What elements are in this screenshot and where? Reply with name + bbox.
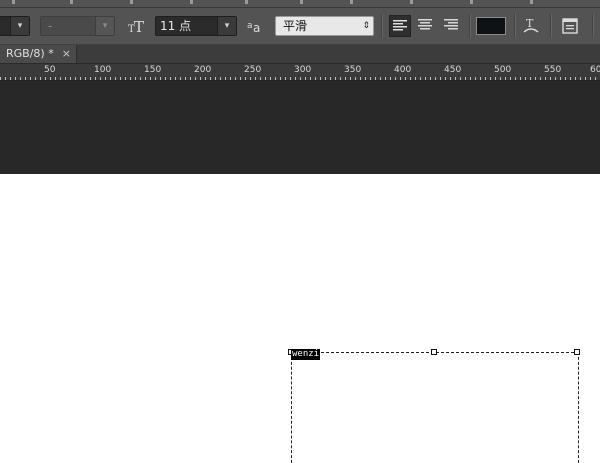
align-left-icon <box>393 20 407 31</box>
warp-text-icon: T <box>523 17 539 33</box>
svg-text:a: a <box>247 21 253 31</box>
antialias-dropdown[interactable]: 平滑 ⇕ <box>275 16 374 36</box>
chevron-down-icon: ▾ <box>10 17 29 35</box>
ruler-label: 450 <box>444 65 462 75</box>
font-size-value: 11 点 <box>160 19 192 33</box>
divider <box>381 14 383 38</box>
chevron-down-icon: ▾ <box>217 17 236 35</box>
ruler-label: 550 <box>544 65 562 75</box>
svg-text:T: T <box>526 17 534 30</box>
ruler-label: 400 <box>394 65 412 75</box>
svg-text:a: a <box>253 21 260 35</box>
ruler-label: 250 <box>244 65 262 75</box>
divider <box>592 14 594 38</box>
font-family-dropdown[interactable]: ▾ <box>0 16 30 36</box>
ruler-label: 350 <box>344 65 362 75</box>
menu-item-fragment[interactable] <box>190 0 193 4</box>
align-center-icon <box>418 19 432 30</box>
text-options-bar: ▾ - ▾ T T 11 点 ▾ a a 平滑 ⇕ T <box>0 8 600 45</box>
ruler-label: 200 <box>194 65 212 75</box>
ruler-label: 60 <box>590 65 600 75</box>
antialias-value: 平滑 <box>283 19 308 33</box>
ruler-label: 500 <box>494 65 512 75</box>
align-left-button[interactable] <box>389 15 411 37</box>
menu-item-fragment[interactable] <box>530 0 533 4</box>
antialias-icon: a a <box>246 17 266 35</box>
align-right-button[interactable] <box>441 15 463 37</box>
menu-item-fragment[interactable] <box>130 0 133 4</box>
character-panel-icon <box>562 18 578 34</box>
document-tab[interactable]: RGB/8) * × <box>0 45 77 63</box>
divider <box>514 14 516 38</box>
align-center-button[interactable] <box>415 15 437 37</box>
divider <box>469 14 471 38</box>
menu-item-fragment[interactable] <box>470 0 473 4</box>
menu-item-fragment[interactable] <box>70 0 73 4</box>
menu-item-fragment[interactable] <box>350 0 353 4</box>
menu-item-fragment[interactable] <box>410 0 413 4</box>
horizontal-ruler[interactable]: 50 100 150 200 250 300 350 400 450 500 5… <box>0 64 600 81</box>
divider <box>550 14 552 38</box>
text-size-icon: T T <box>127 17 147 36</box>
resize-handle[interactable] <box>431 349 437 355</box>
typed-text[interactable]: wenzi <box>291 349 321 360</box>
font-style-dropdown[interactable]: - ▾ <box>40 16 115 36</box>
font-size-dropdown[interactable]: 11 点 ▾ <box>155 16 237 36</box>
pasteboard <box>0 81 600 174</box>
align-right-icon <box>444 19 458 30</box>
ruler-label: 50 <box>44 65 56 75</box>
text-bounding-box[interactable] <box>291 352 579 463</box>
chevron-down-icon: ▾ <box>95 17 114 35</box>
svg-text:T: T <box>134 18 144 35</box>
ruler-label: 150 <box>144 65 162 75</box>
close-icon[interactable]: × <box>62 45 71 63</box>
menu-item-fragment[interactable] <box>300 0 303 4</box>
menu-item-fragment[interactable] <box>12 0 15 4</box>
ruler-label: 300 <box>294 65 312 75</box>
ruler-label: 100 <box>94 65 112 75</box>
resize-handle[interactable] <box>574 349 580 355</box>
document-tab-label: RGB/8) * <box>6 47 54 60</box>
updown-arrows-icon: ⇕ <box>362 21 370 31</box>
font-style-value: - <box>48 19 53 33</box>
menu-item-fragment[interactable] <box>245 0 248 4</box>
document-tab-bar: RGB/8) * × <box>0 45 600 64</box>
warp-text-button[interactable]: T <box>520 15 542 37</box>
character-panel-button[interactable] <box>559 15 581 37</box>
menu-bar <box>0 0 600 8</box>
text-color-swatch[interactable] <box>476 17 506 35</box>
